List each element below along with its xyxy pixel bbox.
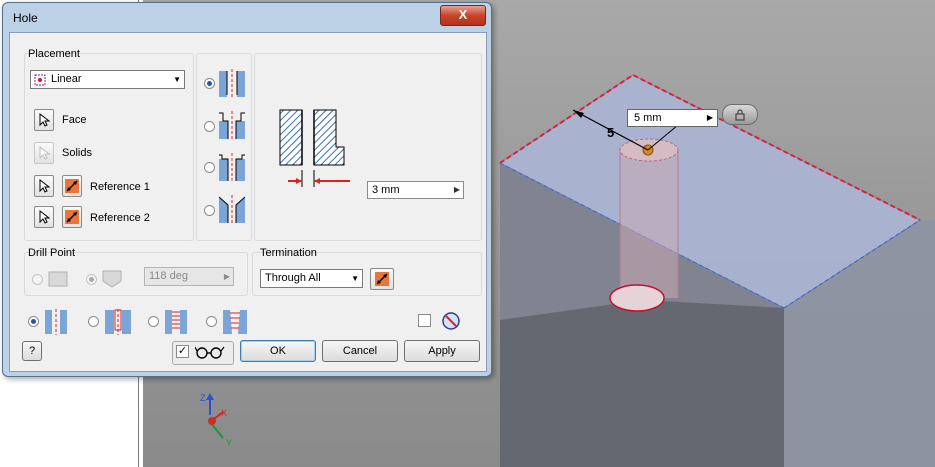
- reference1-flip-button[interactable]: [62, 175, 82, 197]
- spotface-hole-icon: [219, 153, 245, 183]
- angle-drill-point-icon: [102, 270, 122, 288]
- preview-checkbox[interactable]: ✓: [176, 345, 189, 358]
- depth-value-text: 5 mm: [634, 112, 662, 124]
- cursor-arrow-icon: [39, 179, 50, 193]
- placement-label: Placement: [28, 48, 80, 60]
- preview-glasses-icon: [195, 346, 225, 359]
- taper-tapped-hole-icon: [223, 310, 247, 334]
- drill-angle-value: 118 deg: [149, 270, 188, 282]
- simple-hole-icon: [45, 309, 67, 335]
- face-select-button[interactable]: [34, 109, 54, 131]
- hole-bottom-ellipse: [609, 284, 665, 312]
- cursor-arrow-icon: [39, 146, 50, 160]
- drilled-hole-icon: [219, 69, 245, 99]
- placement-type-dropdown[interactable]: Linear ▼: [30, 70, 185, 89]
- hole-diameter-input[interactable]: 3 mm ▶: [367, 181, 464, 199]
- drill-point-flat-radio[interactable]: [32, 274, 43, 285]
- dialog-title: Hole: [13, 11, 38, 25]
- cancel-button-label: Cancel: [342, 345, 378, 357]
- cursor-arrow-icon: [39, 113, 50, 127]
- svg-text:Z: Z: [200, 393, 206, 403]
- apply-button[interactable]: Apply: [404, 340, 480, 362]
- depth-value-input[interactable]: 5 mm ▶: [627, 109, 718, 127]
- hole-section-preview: [279, 109, 350, 187]
- placement-type-value: Linear: [51, 73, 82, 85]
- flat-drill-point-icon: [48, 271, 68, 287]
- web-link-icon[interactable]: [442, 312, 460, 330]
- termination-value: Through All: [265, 272, 321, 284]
- lock-icon: [735, 108, 745, 121]
- svg-text:X: X: [221, 408, 227, 418]
- reference2-select-button[interactable]: [34, 206, 54, 228]
- reference1-label: Reference 1: [90, 181, 150, 193]
- hole-type-radio-counterbore[interactable]: [204, 121, 215, 132]
- diameter-spin-arrow-icon[interactable]: ▶: [454, 185, 460, 194]
- cancel-button[interactable]: Cancel: [322, 340, 398, 362]
- lock-dimension-button[interactable]: [722, 104, 758, 125]
- termination-flip-button[interactable]: [370, 268, 394, 290]
- termination-dropdown[interactable]: Through All ▼: [260, 269, 363, 288]
- countersink-hole-icon: [218, 195, 246, 225]
- drill-point-label: Drill Point: [28, 247, 76, 259]
- hole-type-radio-drilled[interactable]: [204, 78, 215, 89]
- hole-type-radio-spotface[interactable]: [204, 162, 215, 173]
- drill-angle-input[interactable]: 118 deg ▶: [144, 267, 234, 286]
- apply-button-label: Apply: [428, 345, 456, 357]
- dimension-label-5: 5: [607, 125, 614, 140]
- flip-direction-icon: [65, 179, 79, 193]
- solids-select-button[interactable]: [34, 142, 54, 164]
- reference1-select-button[interactable]: [34, 175, 54, 197]
- depth-spin-arrow-icon[interactable]: ▶: [707, 113, 713, 122]
- counterbore-hole-icon: [219, 111, 245, 141]
- ok-button[interactable]: OK: [240, 340, 316, 362]
- flip-direction-icon: [375, 272, 389, 286]
- linear-placement-icon: [34, 74, 46, 86]
- hole-kind-tapped-radio[interactable]: [148, 316, 159, 327]
- cursor-arrow-icon: [39, 210, 50, 224]
- close-button[interactable]: X: [440, 5, 486, 26]
- drill-angle-spin-arrow-icon: ▶: [223, 272, 230, 281]
- dialog-titlebar[interactable]: Hole X: [3, 3, 491, 33]
- hole-type-radio-countersink[interactable]: [204, 205, 215, 216]
- solids-label: Solids: [62, 147, 92, 159]
- reference2-flip-button[interactable]: [62, 206, 82, 228]
- face-label: Face: [62, 114, 87, 126]
- dialog-client-area: Placement Linear ▼ Face Solids Reference…: [9, 32, 487, 372]
- termination-label: Termination: [260, 247, 317, 259]
- chevron-down-icon: ▼: [351, 274, 359, 283]
- hole-diameter-value: 3 mm: [372, 184, 400, 196]
- ok-button-label: OK: [270, 345, 286, 357]
- hole-kind-simple-radio[interactable]: [28, 316, 39, 327]
- tapped-hole-icon: [165, 310, 187, 334]
- infer-ifeature-checkbox[interactable]: [418, 314, 431, 327]
- svg-text:Y: Y: [226, 438, 232, 448]
- part-bottom-shadow: [500, 300, 784, 467]
- hole-cylinder: [620, 150, 678, 298]
- clearance-hole-icon: [105, 309, 131, 335]
- hole-kind-taper-radio[interactable]: [206, 316, 217, 327]
- hole-kind-clearance-radio[interactable]: [88, 316, 99, 327]
- close-icon: X: [458, 7, 468, 22]
- chevron-down-icon: ▼: [173, 75, 181, 84]
- view-triad-icon: Z X Y: [200, 393, 232, 448]
- help-button[interactable]: ?: [22, 341, 42, 361]
- drill-point-angle-radio[interactable]: [86, 274, 97, 285]
- hole-dialog: Hole X Placement Linear ▼ Face Solids Re…: [2, 2, 492, 377]
- flip-direction-icon: [65, 210, 79, 224]
- help-icon: ?: [28, 345, 36, 357]
- reference2-label: Reference 2: [90, 212, 150, 224]
- check-icon: ✓: [177, 345, 188, 357]
